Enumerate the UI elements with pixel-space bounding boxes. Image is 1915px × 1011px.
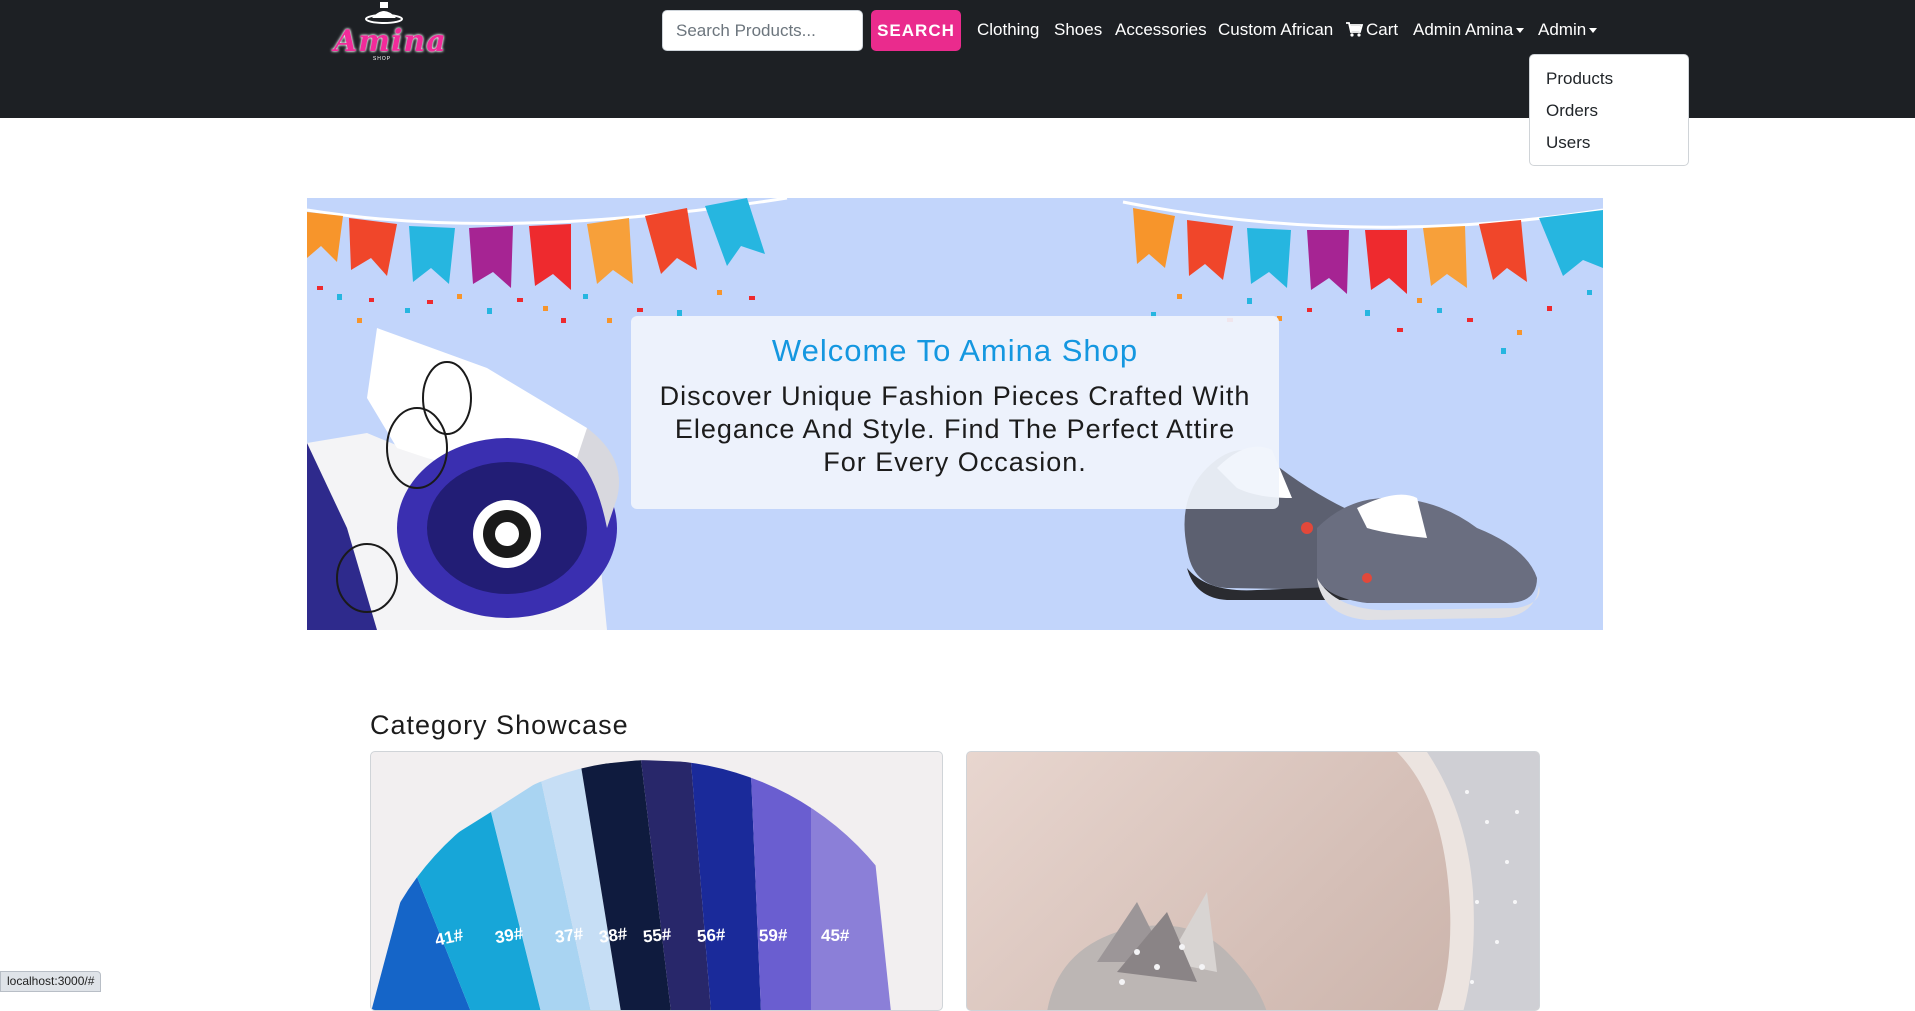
fabric-label: 37# xyxy=(553,924,585,947)
nav-clothing[interactable]: Clothing xyxy=(977,19,1039,41)
nav-admin-menu-label: Admin xyxy=(1538,20,1587,39)
nav-shoes[interactable]: Shoes xyxy=(1054,19,1102,41)
hero-description: Discover Unique Fashion Pieces Crafted W… xyxy=(659,381,1251,477)
nav-admin-menu[interactable]: Admin xyxy=(1538,19,1598,41)
admin-dropdown-menu: Products Orders Users xyxy=(1529,54,1689,166)
fabric-label: 59# xyxy=(758,925,788,946)
dropdown-item-orders[interactable]: Orders xyxy=(1546,100,1598,122)
category-showcase-title: Category Showcase xyxy=(370,710,629,740)
dropdown-item-users[interactable]: Users xyxy=(1546,132,1590,154)
logo-text: Amina xyxy=(334,24,447,59)
nav-accessories[interactable]: Accessories xyxy=(1115,19,1207,41)
nav-cart[interactable]: Cart xyxy=(1346,19,1398,41)
brand-logo[interactable]: Amina SHOP xyxy=(334,0,447,66)
hero-banner: Welcome To Amina Shop Discover Unique Fa… xyxy=(307,198,1603,630)
fabric-label: 38# xyxy=(597,924,629,947)
cart-icon xyxy=(1346,22,1364,37)
fabric-label: 56# xyxy=(696,925,726,946)
caret-down-icon xyxy=(1516,28,1525,34)
dropdown-item-products[interactable]: Products xyxy=(1546,68,1613,90)
fabric-label: 55# xyxy=(642,924,673,947)
hero-title: Welcome To Amina Shop xyxy=(771,333,1139,368)
category-card-shoes[interactable] xyxy=(966,751,1540,1011)
search-button[interactable]: SEARCH xyxy=(871,10,961,51)
caret-down-icon xyxy=(1589,28,1598,34)
browser-status-bar: localhost:3000/# xyxy=(0,971,102,992)
search-input[interactable] xyxy=(662,10,863,51)
nav-user-menu-label: Admin Amina xyxy=(1413,20,1514,39)
fabric-label: 45# xyxy=(821,926,850,945)
glitter-shoes-image xyxy=(1047,752,1539,1010)
nav-user-menu[interactable]: Admin Amina xyxy=(1413,19,1525,41)
nav-cart-label: Cart xyxy=(1366,20,1399,39)
category-card-clothing[interactable]: 41# 39# 37# 38# 55# 56# 59# 45# xyxy=(370,751,943,1011)
hat-icon xyxy=(365,2,403,24)
nav-custom-african[interactable]: Custom African xyxy=(1218,19,1333,41)
welcome-card: Welcome To Amina Shop Discover Unique Fa… xyxy=(631,316,1279,509)
logo-subtext: SHOP xyxy=(372,56,392,62)
fabric-swatches-image xyxy=(371,760,891,1010)
